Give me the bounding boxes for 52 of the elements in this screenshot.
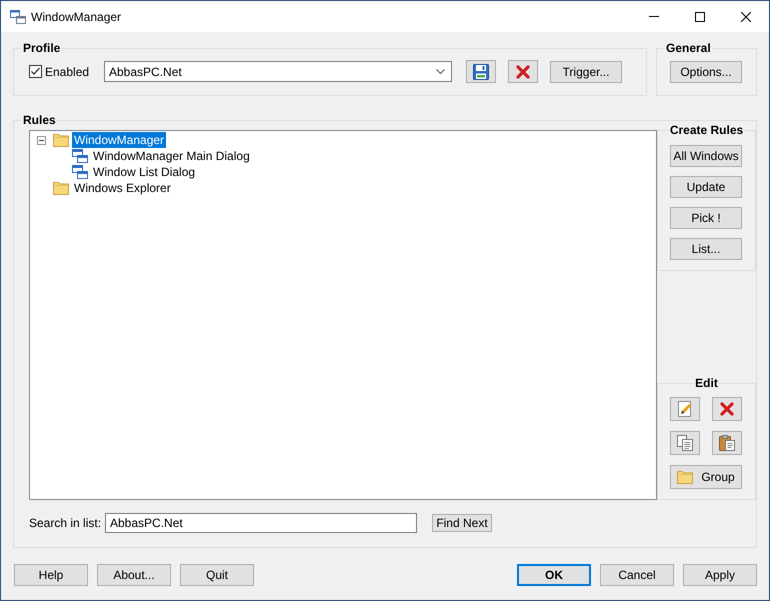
paste-icon bbox=[719, 435, 735, 451]
find-next-button[interactable]: Find Next bbox=[432, 514, 492, 532]
paste-button[interactable] bbox=[712, 431, 742, 455]
rules-tree[interactable]: WindowManager WindowManager Main Dialog Window List Dialog Windows Explorer bbox=[29, 130, 657, 500]
dialog-button[interactable]: Apply bbox=[683, 564, 757, 586]
create-rule-button[interactable]: All Windows bbox=[670, 145, 742, 167]
create-rule-button[interactable]: List... bbox=[670, 238, 742, 260]
copy-icon bbox=[677, 435, 693, 451]
window-icon bbox=[72, 149, 88, 163]
window-icon bbox=[72, 165, 88, 179]
maximize-icon bbox=[695, 12, 705, 22]
minimize-icon bbox=[649, 16, 659, 17]
group-title: Profile bbox=[22, 41, 62, 55]
tree-item[interactable]: Window List Dialog bbox=[91, 164, 198, 180]
group-title: Edit bbox=[694, 376, 719, 390]
group-button[interactable]: Group bbox=[670, 465, 742, 489]
options-button[interactable]: Options... bbox=[670, 61, 742, 83]
delete-icon bbox=[516, 64, 530, 78]
enabled-checkbox[interactable] bbox=[29, 65, 42, 78]
delete-icon bbox=[720, 402, 734, 416]
group-title: Create Rules bbox=[668, 123, 744, 137]
folder-icon bbox=[677, 470, 694, 484]
close-icon bbox=[741, 12, 751, 22]
chevron-down-icon bbox=[436, 69, 445, 74]
trigger-button[interactable]: Trigger... bbox=[550, 60, 622, 82]
enabled-label: Enabled bbox=[45, 64, 90, 78]
delete-button[interactable] bbox=[508, 60, 538, 83]
search-label: Search in list: bbox=[29, 516, 102, 530]
folder-icon bbox=[53, 133, 69, 147]
delete-button[interactable] bbox=[712, 397, 742, 421]
copy-button[interactable] bbox=[670, 431, 700, 455]
tree-item[interactable]: WindowManager Main Dialog bbox=[91, 148, 252, 164]
dialog-button[interactable]: Quit bbox=[180, 564, 254, 586]
collapse-icon[interactable] bbox=[37, 136, 46, 144]
group-title: Rules bbox=[22, 113, 57, 127]
window-title: WindowManager bbox=[31, 10, 122, 24]
edit-icon bbox=[677, 401, 693, 417]
edit-button[interactable] bbox=[670, 397, 700, 421]
folder-icon bbox=[53, 181, 69, 195]
create-rule-button[interactable]: Update bbox=[670, 176, 742, 198]
dialog-button[interactable]: Cancel bbox=[600, 564, 674, 586]
app-icon bbox=[10, 10, 26, 24]
save-button[interactable] bbox=[466, 60, 496, 83]
dialog-button[interactable]: OK bbox=[517, 564, 591, 586]
group-title: General bbox=[665, 41, 712, 55]
search-field[interactable]: AbbasPC.Net bbox=[105, 513, 417, 533]
dialog-button[interactable]: About... bbox=[97, 564, 171, 586]
profile-select[interactable]: AbbasPC.Net bbox=[104, 61, 452, 82]
tree-item[interactable]: Windows Explorer bbox=[72, 180, 173, 196]
dialog-button[interactable]: Help bbox=[14, 564, 88, 586]
create-rule-button[interactable]: Pick ! bbox=[670, 207, 742, 229]
tree-item[interactable]: WindowManager bbox=[72, 132, 166, 148]
